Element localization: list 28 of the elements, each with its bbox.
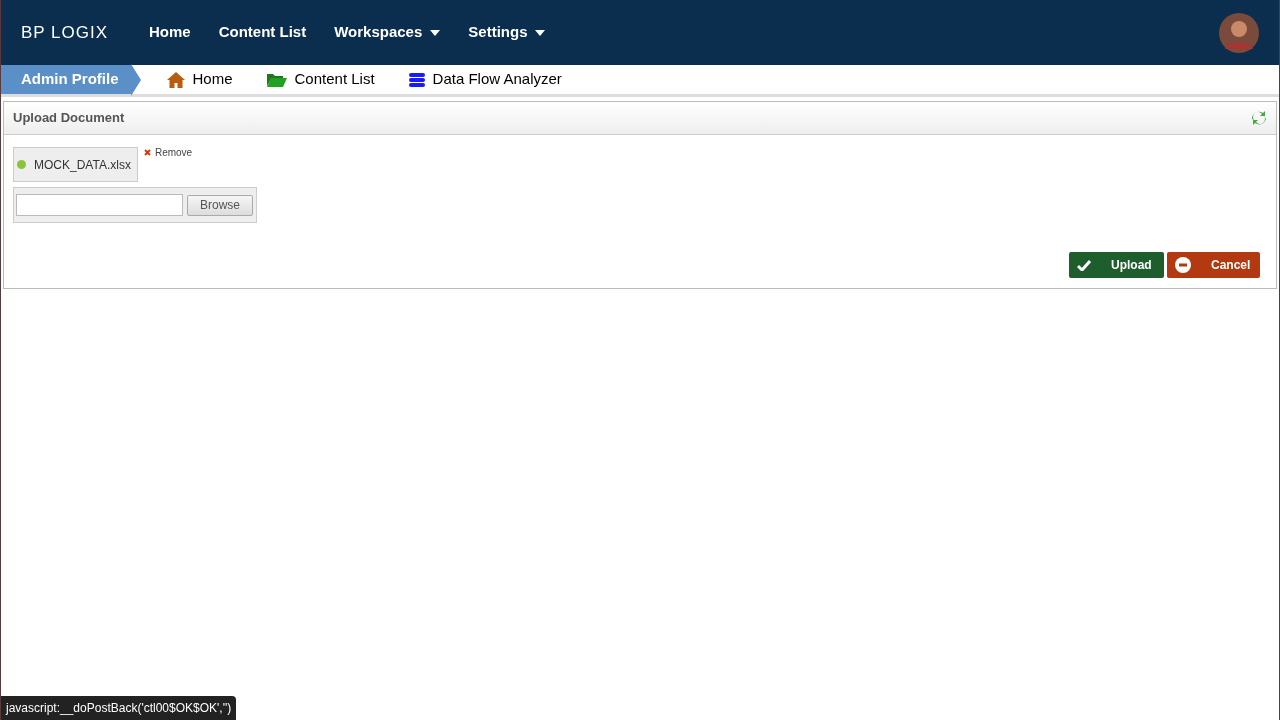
nav-menu-item[interactable]: Workspaces xyxy=(334,21,441,44)
nav-menu-item[interactable]: Home xyxy=(149,21,191,44)
status-tooltip: javascript:__doPostBack('ctl00$OK$OK','') xyxy=(1,696,237,720)
status-dot-icon xyxy=(17,160,26,169)
logo[interactable]: BP LOGIX xyxy=(21,19,129,46)
checkmark-icon xyxy=(1077,259,1091,271)
database-icon xyxy=(408,71,425,88)
file-path-field[interactable] xyxy=(16,194,183,216)
nav-menu-item[interactable]: Content List xyxy=(218,21,307,44)
folder-icon xyxy=(266,72,287,87)
caret-icon xyxy=(430,29,441,36)
breadcrumb-link[interactable]: Home xyxy=(192,68,233,91)
close-icon xyxy=(143,149,151,156)
browse-button[interactable]: Browse xyxy=(187,194,253,216)
refresh-icon[interactable] xyxy=(1251,110,1267,126)
upload-button[interactable]: Upload xyxy=(1069,252,1164,278)
breadcrumb-link[interactable]: Content List xyxy=(294,68,375,91)
nav-menu-item[interactable]: Settings xyxy=(468,21,546,44)
house-icon xyxy=(166,71,185,88)
panel-title: Upload Document xyxy=(13,109,125,128)
breadcrumb-link[interactable]: Data Flow Analyzer xyxy=(432,68,562,91)
file-name: MOCK_DATA.xlsx xyxy=(34,156,132,174)
minus-circle-icon xyxy=(1175,257,1191,273)
remove-link[interactable]: Remove xyxy=(143,145,193,160)
cancel-button[interactable]: Cancel xyxy=(1167,252,1260,278)
caret-icon xyxy=(535,29,546,36)
avatar[interactable] xyxy=(1219,12,1259,53)
breadcrumb-arrow xyxy=(130,63,141,96)
